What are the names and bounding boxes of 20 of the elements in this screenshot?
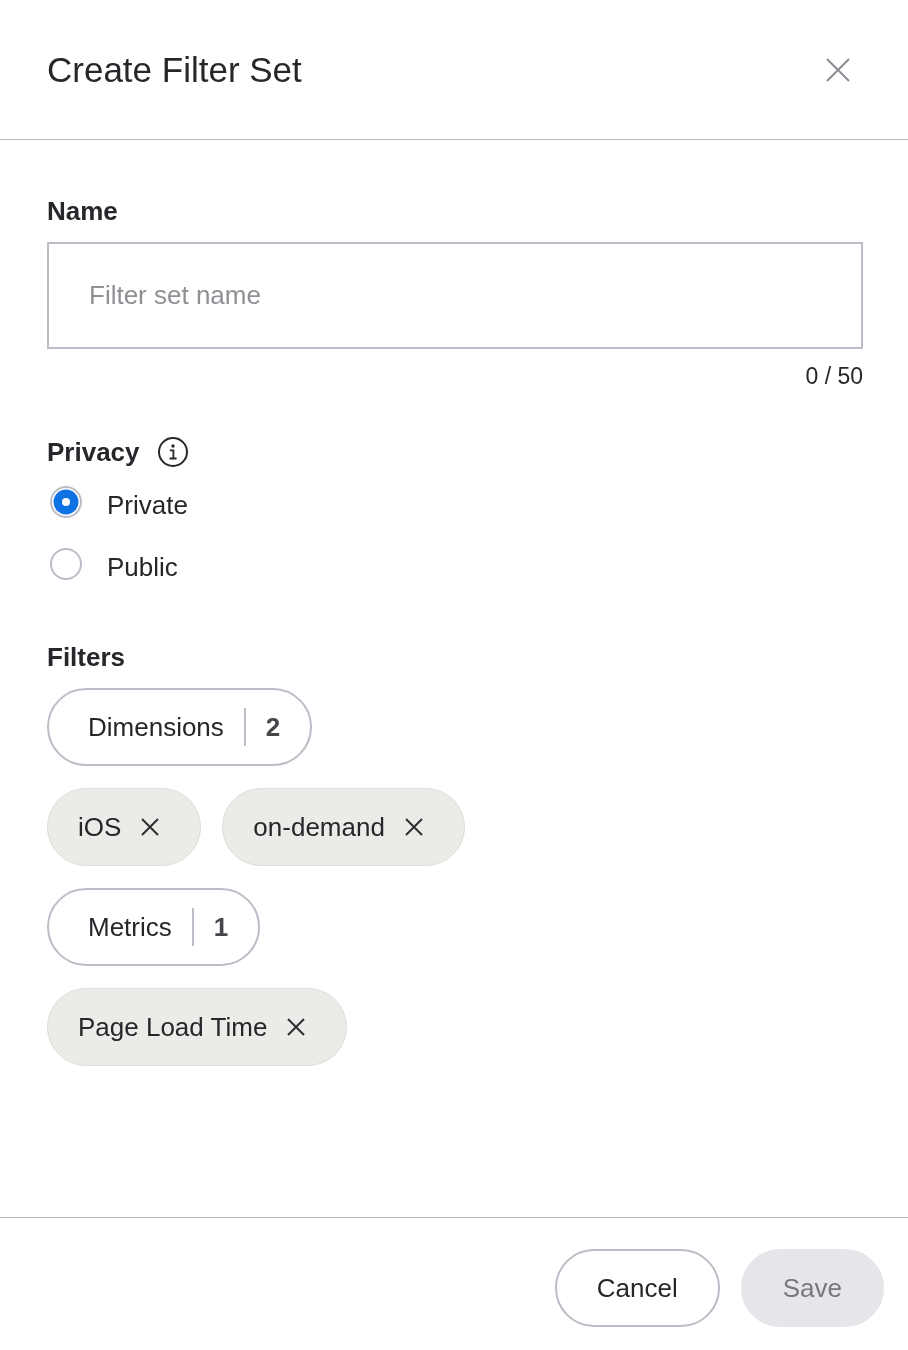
info-icon[interactable] — [157, 437, 188, 467]
filter-chip[interactable]: Page Load Time — [47, 988, 348, 1066]
radio-label: Public — [107, 551, 178, 583]
filter-chip[interactable]: on-demand — [222, 788, 465, 866]
field-label: Filters — [47, 641, 126, 673]
name-input[interactable]: Filter set name — [47, 242, 863, 349]
close-icon[interactable] — [287, 1018, 306, 1036]
radio-label: Private — [107, 489, 188, 521]
filter-group-button[interactable]: Metrics 1 — [47, 888, 261, 966]
filter-chip[interactable]: iOS — [47, 788, 202, 866]
field-label: Name — [47, 195, 118, 227]
close-icon[interactable] — [141, 818, 160, 836]
close-icon[interactable] — [404, 818, 423, 836]
filter-group-button[interactable]: Dimensions 2 — [47, 688, 313, 766]
dialog-title: Create Filter Set — [47, 48, 302, 91]
character-counter: 0 / 50 — [805, 362, 863, 390]
radio-button[interactable] — [50, 486, 82, 518]
field-label: Privacy — [47, 436, 140, 468]
cancel-button[interactable]: Cancel — [554, 1249, 720, 1327]
radio-button[interactable] — [50, 548, 82, 580]
